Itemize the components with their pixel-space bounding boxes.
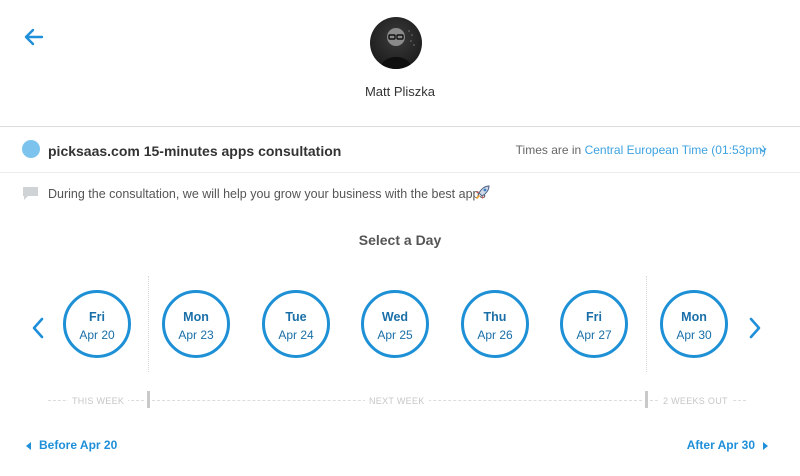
select-day-title: Select a Day — [358, 232, 442, 248]
next-week-label: NEXT WEEK — [365, 396, 429, 406]
two-weeks-out-label: 2 WEEKS OUT — [659, 396, 732, 406]
triangle-left-icon — [26, 441, 31, 450]
week-separator — [646, 276, 647, 372]
arrow-left-icon[interactable] — [22, 26, 44, 48]
before-date-label: Before Apr 20 — [39, 438, 118, 452]
day-date: Apr 30 — [676, 328, 712, 342]
day-date: Apr 26 — [477, 328, 513, 342]
day-date: Apr 25 — [377, 328, 413, 342]
event-description: During the consultation, we will help yo… — [48, 187, 486, 201]
day-button[interactable]: Thu Apr 26 — [461, 290, 529, 358]
day-button[interactable]: Fri Apr 27 — [560, 290, 628, 358]
after-date-link[interactable]: After Apr 30 — [687, 438, 768, 452]
day-name: Fri — [89, 310, 105, 324]
avatar — [370, 17, 422, 69]
day-button[interactable]: Mon Apr 30 — [660, 290, 728, 358]
chevron-right-icon[interactable] — [746, 316, 764, 340]
day-button[interactable]: Fri Apr 20 — [63, 290, 131, 358]
day-name: Mon — [681, 310, 707, 324]
week-tick — [147, 391, 150, 408]
before-date-link[interactable]: Before Apr 20 — [26, 438, 117, 452]
day-date: Apr 27 — [576, 328, 612, 342]
day-date: Apr 23 — [178, 328, 214, 342]
week-tick — [645, 391, 648, 408]
day-date: Apr 24 — [278, 328, 314, 342]
day-date: Apr 20 — [79, 328, 115, 342]
day-name: Wed — [381, 310, 409, 324]
event-title: picksaas.com 15-minutes apps consultatio… — [48, 143, 342, 159]
person-portrait-icon — [380, 28, 415, 69]
rocket-icon — [476, 185, 490, 199]
speech-bubble-icon — [23, 187, 38, 200]
event-divider — [0, 172, 800, 173]
day-button[interactable]: Wed Apr 25 — [361, 290, 429, 358]
day-name: Thu — [483, 310, 507, 324]
timezone-prefix: Times are in — [515, 143, 585, 157]
triangle-right-icon — [763, 441, 768, 450]
timezone-selector[interactable]: Central European Time (01:53pm) — [585, 143, 766, 157]
day-button[interactable]: Tue Apr 24 — [262, 290, 330, 358]
day-name: Fri — [586, 310, 602, 324]
after-date-label: After Apr 30 — [686, 438, 755, 452]
host-name: Matt Pliszka — [364, 84, 436, 99]
this-week-label: THIS WEEK — [68, 396, 129, 406]
day-name: Tue — [285, 310, 307, 324]
week-separator — [148, 276, 149, 372]
chevron-left-icon[interactable] — [29, 316, 47, 340]
day-button[interactable]: Mon Apr 23 — [162, 290, 230, 358]
timezone-info: Times are in Central European Time (01:5… — [516, 143, 766, 157]
day-name: Mon — [183, 310, 209, 324]
header-divider — [0, 126, 800, 127]
event-color-dot — [22, 140, 40, 158]
chevron-down-icon[interactable] — [758, 145, 768, 155]
